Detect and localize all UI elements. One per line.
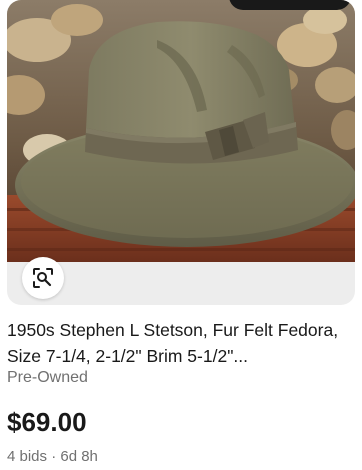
listing-bids-time: 4 bids · 6d 8h [7, 448, 98, 465]
listing-price: $69.00 [7, 407, 87, 437]
visual-search-icon [33, 268, 53, 288]
listing-card[interactable]: 1950s Stephen L Stetson, Fur Felt Fedora… [0, 0, 362, 470]
product-photo [7, 0, 355, 262]
visual-search-button[interactable] [22, 257, 64, 299]
listing-image[interactable] [7, 0, 355, 305]
top-overlay-pill [229, 0, 351, 10]
listing-title[interactable]: 1950s Stephen L Stetson, Fur Felt Fedora… [7, 317, 347, 369]
listing-condition: Pre-Owned [7, 369, 88, 386]
